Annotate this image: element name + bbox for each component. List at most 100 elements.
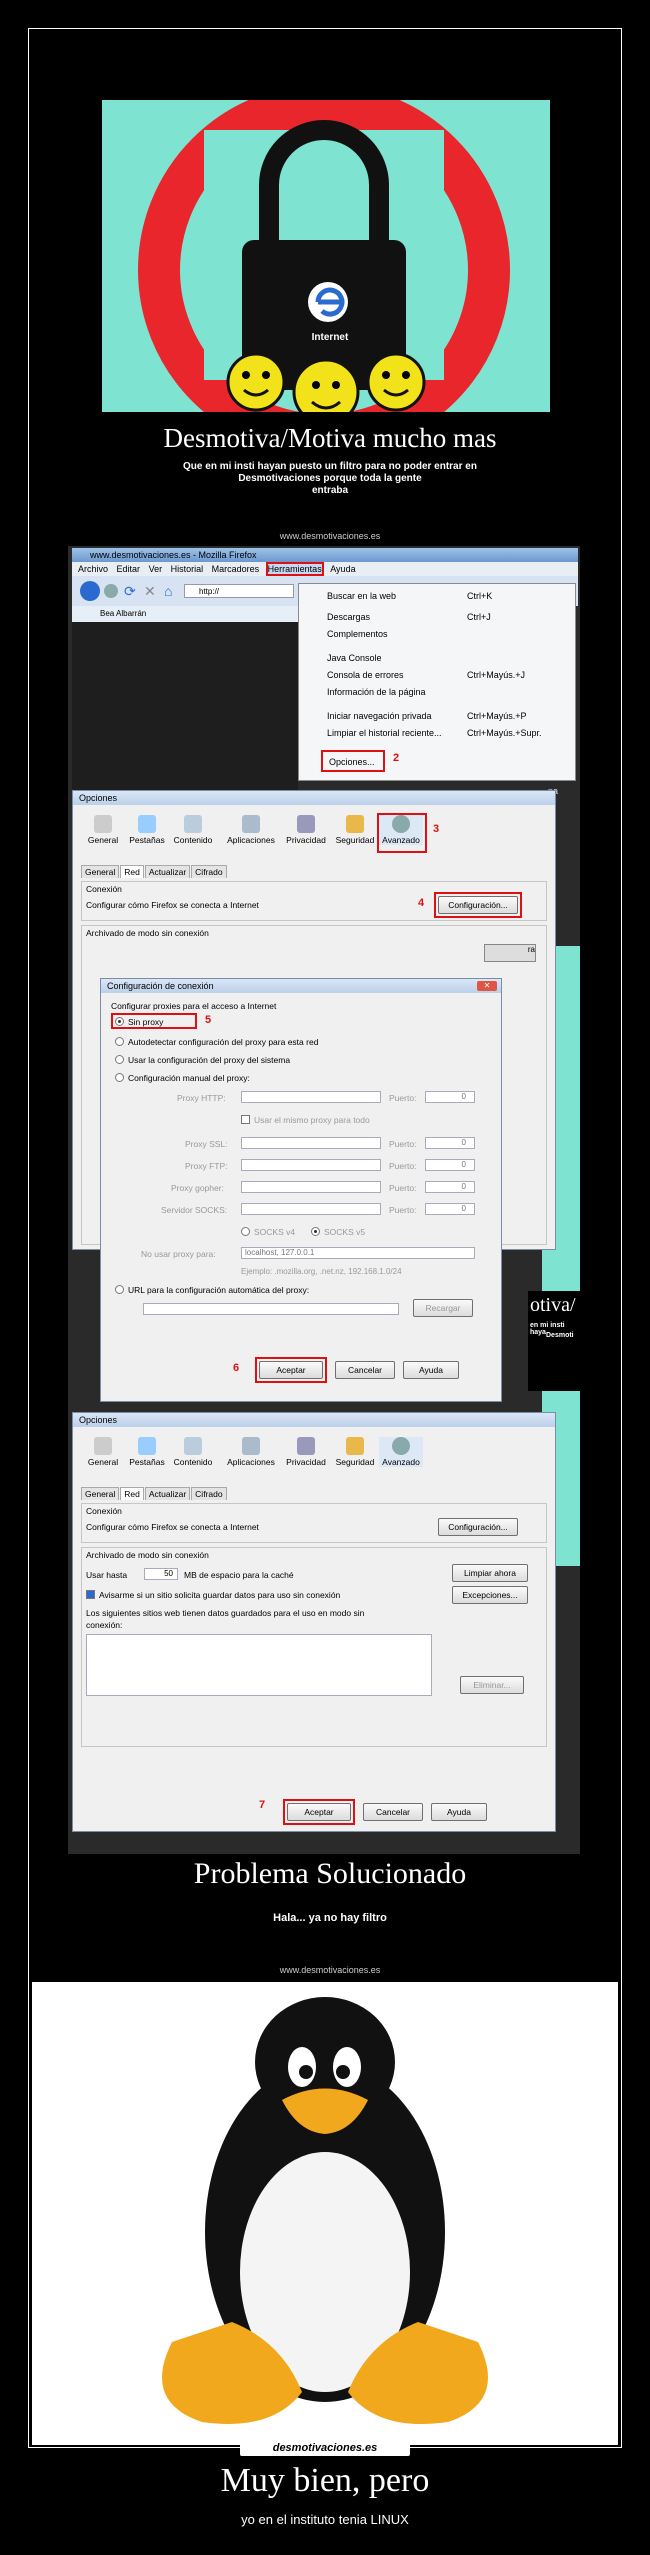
tab-general[interactable]: General <box>81 1437 125 1467</box>
gopher-port[interactable]: 0 <box>425 1181 475 1193</box>
tab-contenido[interactable]: Contenido <box>171 815 215 845</box>
url-bar[interactable]: http:// <box>184 584 294 598</box>
menu-historial[interactable]: Historial <box>171 564 204 574</box>
poster1-subtitle-line: Desmotivaciones porque toda la gente <box>238 473 422 484</box>
highlight-sin-proxy <box>111 1013 197 1029</box>
home-icon[interactable]: ⌂ <box>164 583 172 599</box>
forward-icon[interactable] <box>104 584 118 598</box>
conexion-heading: Conexión <box>86 884 122 894</box>
step-6-label: 6 <box>233 1362 240 1374</box>
help-button-2[interactable]: Ayuda <box>431 1803 487 1821</box>
tab-seguridad[interactable]: Seguridad <box>333 815 377 845</box>
remove-button[interactable]: Eliminar... <box>460 1676 524 1694</box>
configuracion-button[interactable]: Configuración... <box>438 1518 518 1536</box>
cancel-button-2[interactable]: Cancelar <box>363 1803 423 1821</box>
clear-now-button[interactable]: Limpiar ahora <box>452 1564 528 1582</box>
same-proxy-checkbox[interactable]: Usar el mismo proxy para todo <box>241 1115 370 1125</box>
socks-port[interactable]: 0 <box>425 1203 475 1215</box>
radio-system[interactable]: Usar la configuración del proxy del sist… <box>115 1055 290 1065</box>
tab-contenido[interactable]: Contenido <box>171 1437 215 1467</box>
subtab-cifrado[interactable]: Cifrado <box>191 1487 227 1500</box>
tux-penguin-image <box>162 1997 488 2424</box>
radio-auto[interactable]: Autodetectar configuración del proxy par… <box>115 1037 318 1047</box>
tab-general[interactable]: General <box>81 815 125 845</box>
help-button[interactable]: Ayuda <box>403 1361 459 1379</box>
lock-icon <box>346 1437 364 1455</box>
dd-item-complementos[interactable]: Complementos <box>327 628 388 640</box>
close-icon[interactable]: ✕ <box>477 981 497 991</box>
menu-marcadores[interactable]: Marcadores <box>212 564 260 574</box>
tab-seguridad[interactable]: Seguridad <box>333 1437 377 1467</box>
subtab-general[interactable]: General <box>81 865 120 878</box>
http-port[interactable]: 0 <box>425 1091 475 1103</box>
socks-field[interactable] <box>241 1203 381 1215</box>
dd-item-consola[interactable]: Consola de errores <box>327 669 404 681</box>
radio-manual[interactable]: Configuración manual del proxy: <box>115 1073 250 1083</box>
subtab-actualizar[interactable]: Actualizar <box>144 865 191 878</box>
cancel-button[interactable]: Cancelar <box>335 1361 395 1379</box>
http-field[interactable] <box>241 1091 381 1103</box>
gopher-field[interactable] <box>241 1181 381 1193</box>
tools-dropdown: Buscar en la web Ctrl+K Descargas Ctrl+J… <box>298 583 576 781</box>
ssl-label: Proxy SSL: <box>185 1139 228 1149</box>
cache-size-field[interactable]: 50 <box>144 1568 178 1580</box>
tab-aplicaciones[interactable]: Aplicaciones <box>223 1437 279 1467</box>
tab-avanzado[interactable]: Avanzado <box>379 1437 423 1467</box>
menu-ver[interactable]: Ver <box>149 564 163 574</box>
tab-privacidad[interactable]: Privacidad <box>281 1437 331 1467</box>
radio-socks4[interactable]: SOCKS v4 <box>241 1227 295 1237</box>
options-toolbar: General Pestañas Contenido Aplicaciones … <box>81 811 551 855</box>
dd-item-buscar[interactable]: Buscar en la web <box>327 590 396 602</box>
conexion-group: Conexión Configurar cómo Firefox se cone… <box>81 881 547 921</box>
tab-pestanas[interactable]: Pestañas <box>125 1437 169 1467</box>
side-fragment-desmot: Desmoti <box>546 1332 574 1339</box>
subtab-general[interactable]: General <box>81 1487 120 1500</box>
dd-item-descargas[interactable]: Descargas <box>327 611 370 623</box>
back-icon[interactable] <box>80 581 100 601</box>
tab-privacidad[interactable]: Privacidad <box>281 815 331 845</box>
noproxy-field[interactable]: localhost, 127.0.0.1 <box>241 1247 475 1259</box>
highlight-accept-2 <box>283 1799 355 1825</box>
subtab-actualizar[interactable]: Actualizar <box>144 1487 191 1500</box>
menu-archivo[interactable]: Archivo <box>78 564 108 574</box>
notify-checkbox[interactable]: Avisarme si un sitio solicita guardar da… <box>86 1590 340 1600</box>
stored-sites-list[interactable] <box>86 1634 432 1696</box>
port-label: Puerto: <box>389 1183 417 1193</box>
dd-item-limpiar[interactable]: Limpiar el historial reciente... <box>327 727 442 739</box>
radio-socks5[interactable]: SOCKS v5 <box>311 1227 365 1237</box>
ftp-field[interactable] <box>241 1159 381 1171</box>
subtab-red[interactable]: Red <box>120 1487 144 1500</box>
ssl-field[interactable] <box>241 1137 381 1149</box>
poster1-site: www.desmotivaciones.es <box>279 531 381 541</box>
dd-item-java[interactable]: Java Console <box>327 652 382 664</box>
dd-item-info[interactable]: Información de la página <box>327 686 426 698</box>
dd-item-privada[interactable]: Iniciar navegación privada <box>327 710 432 722</box>
exceptions-button[interactable]: Excepciones... <box>452 1586 528 1604</box>
dd-key: Ctrl+J <box>467 612 491 622</box>
menu-ayuda[interactable]: Ayuda <box>330 564 355 574</box>
ftp-port[interactable]: 0 <box>425 1159 475 1171</box>
menu-editar[interactable]: Editar <box>117 564 141 574</box>
tab-pestanas[interactable]: Pestañas <box>125 815 169 845</box>
subtab-cifrado[interactable]: Cifrado <box>191 865 227 878</box>
reload-icon[interactable]: ⟳ <box>124 583 136 600</box>
recargar-button[interactable]: Recargar <box>413 1299 473 1317</box>
radio-icon <box>115 1073 124 1082</box>
applications-icon <box>242 815 260 833</box>
tab-aplicaciones[interactable]: Aplicaciones <box>223 815 279 845</box>
radio-auto-url[interactable]: URL para la configuración automática del… <box>115 1285 309 1295</box>
subtab-red[interactable]: Red <box>120 865 144 878</box>
menu-herramientas[interactable]: Herramientas <box>265 562 324 576</box>
port-label: Puerto: <box>389 1093 417 1103</box>
applications-icon <box>242 1437 260 1455</box>
stop-icon[interactable]: ✕ <box>144 583 156 600</box>
auto-url-field[interactable] <box>143 1303 399 1315</box>
offline-heading: Archivado de modo sin conexión <box>86 1550 209 1560</box>
browser-tab[interactable]: Bea Albarrán <box>72 606 322 622</box>
ssl-port[interactable]: 0 <box>425 1137 475 1149</box>
content-icon <box>184 1437 202 1455</box>
site-logo[interactable]: desmotivaciones.es <box>240 2440 410 2456</box>
socks-label: Servidor SOCKS: <box>161 1205 228 1215</box>
firefox-menubar: Archivo Editar Ver Historial Marcadores … <box>72 562 578 576</box>
tab-label: Contenido <box>173 1457 213 1467</box>
